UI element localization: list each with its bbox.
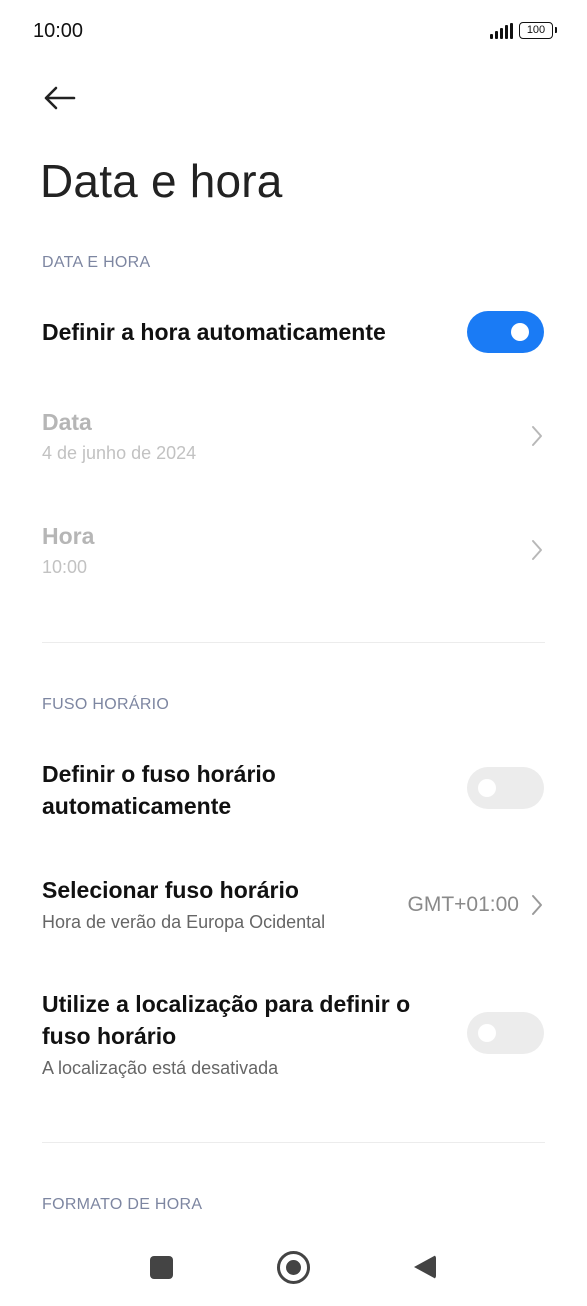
auto-timezone-row[interactable]: Definir o fuso horário automaticamente [0, 750, 587, 830]
status-time: 10:00 [33, 20, 84, 42]
back-triangle-icon[interactable] [414, 1255, 436, 1279]
recents-square-icon[interactable] [150, 1256, 173, 1279]
status-icons: 100 [490, 22, 557, 39]
back-arrow-icon[interactable] [40, 80, 80, 116]
chevron-right-icon [532, 426, 542, 446]
signal-icon [490, 22, 513, 39]
auto-timezone-title: Definir o fuso horário automaticamente [42, 761, 276, 819]
use-location-subtitle: A localização está desativada [42, 1058, 279, 1078]
time-row[interactable]: Hora 10:00 [0, 514, 587, 594]
select-timezone-subtitle: Hora de verão da Europa Ocidental [42, 912, 326, 932]
use-location-row[interactable]: Utilize a localização para definir o fus… [0, 984, 587, 1084]
time-title: Hora [42, 523, 95, 549]
date-row[interactable]: Data 4 de junho de 2024 [0, 400, 587, 480]
auto-timezone-toggle[interactable] [467, 767, 544, 809]
battery-icon: 100 [519, 22, 557, 39]
auto-time-toggle[interactable] [467, 311, 544, 353]
section-label-timezone: FUSO HORÁRIO [42, 696, 170, 713]
divider [42, 642, 545, 643]
select-timezone-title: Selecionar fuso horário [42, 877, 299, 903]
section-label-time-format: FORMATO DE HORA [42, 1196, 203, 1213]
use-location-toggle[interactable] [467, 1012, 544, 1054]
timezone-value: GMT+01:00 [407, 893, 519, 916]
date-title: Data [42, 409, 92, 435]
date-time-settings-screen: 10:00 100 Data e hora DATA E HORA Defini… [0, 0, 587, 1306]
date-value: 4 de junho de 2024 [42, 443, 197, 463]
use-location-title: Utilize a localização para definir o fus… [42, 991, 411, 1049]
select-timezone-row[interactable]: Selecionar fuso horário Hora de verão da… [0, 870, 587, 950]
home-circle-icon[interactable] [277, 1251, 310, 1284]
chevron-right-icon [532, 895, 542, 915]
chevron-right-icon [532, 540, 542, 560]
auto-time-row[interactable]: Definir a hora automaticamente [0, 300, 587, 370]
section-label-date-time: DATA E HORA [42, 254, 151, 271]
time-value: 10:00 [42, 557, 88, 577]
divider [42, 1142, 545, 1143]
page-title: Data e hora [40, 155, 283, 207]
auto-time-title: Definir a hora automaticamente [42, 319, 386, 345]
